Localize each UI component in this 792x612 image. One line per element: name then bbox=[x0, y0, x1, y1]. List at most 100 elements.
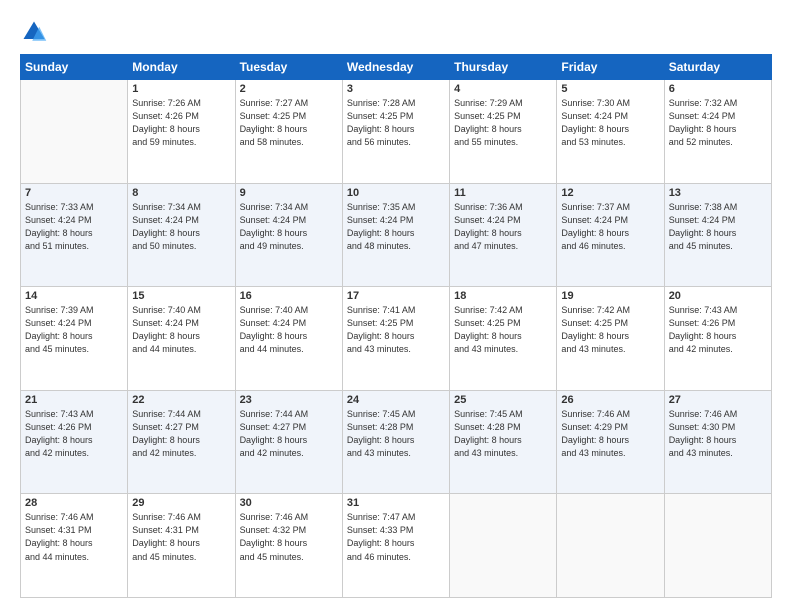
day-number: 7 bbox=[25, 187, 123, 199]
day-header-thursday: Thursday bbox=[450, 55, 557, 80]
day-cell: 5 Sunrise: 7:30 AMSunset: 4:24 PMDaylight… bbox=[557, 80, 664, 184]
day-number: 10 bbox=[347, 187, 445, 199]
day-number: 8 bbox=[132, 187, 230, 199]
day-cell: 11 Sunrise: 7:36 AMSunset: 4:24 PMDayligh… bbox=[450, 183, 557, 287]
day-cell: 10 Sunrise: 7:35 AMSunset: 4:24 PMDayligh… bbox=[342, 183, 449, 287]
day-info: Sunrise: 7:35 AMSunset: 4:24 PMDaylight:… bbox=[347, 201, 445, 253]
day-info: Sunrise: 7:43 AMSunset: 4:26 PMDaylight:… bbox=[669, 304, 767, 356]
day-cell: 26 Sunrise: 7:46 AMSunset: 4:29 PMDayligh… bbox=[557, 390, 664, 494]
day-cell: 24Sunrise: 7:45 AMSunset: 4:28 PMDayligh… bbox=[342, 390, 449, 494]
day-header-wednesday: Wednesday bbox=[342, 55, 449, 80]
day-cell: 12Sunrise: 7:37 AMSunset: 4:24 PMDayligh… bbox=[557, 183, 664, 287]
day-cell: 1Sunrise: 7:26 AMSunset: 4:26 PMDaylight… bbox=[128, 80, 235, 184]
day-info: Sunrise: 7:34 AMSunset: 4:24 PMDaylight:… bbox=[132, 201, 230, 253]
day-number: 13 bbox=[669, 187, 767, 199]
day-cell: 19 Sunrise: 7:42 AMSunset: 4:25 PMDayligh… bbox=[557, 287, 664, 391]
day-number: 9 bbox=[240, 187, 338, 199]
day-number: 31 bbox=[347, 497, 445, 509]
day-info: Sunrise: 7:46 AMSunset: 4:31 PMDaylight:… bbox=[132, 511, 230, 563]
day-info: Sunrise: 7:46 AMSunset: 4:32 PMDaylight:… bbox=[240, 511, 338, 563]
day-info: Sunrise: 7:36 AMSunset: 4:24 PMDaylight:… bbox=[454, 201, 552, 253]
day-info: Sunrise: 7:39 AMSunset: 4:24 PMDaylight:… bbox=[25, 304, 123, 356]
day-number: 11 bbox=[454, 187, 552, 199]
day-number: 28 bbox=[25, 497, 123, 509]
week-row-1: 7 Sunrise: 7:33 AMSunset: 4:24 PMDaylight… bbox=[21, 183, 772, 287]
day-number: 16 bbox=[240, 290, 338, 302]
day-cell bbox=[21, 80, 128, 184]
day-number: 5 bbox=[561, 83, 659, 95]
logo-icon bbox=[20, 18, 48, 46]
day-number: 19 bbox=[561, 290, 659, 302]
page: SundayMondayTuesdayWednesdayThursdayFrid… bbox=[0, 0, 792, 612]
week-row-2: 14 Sunrise: 7:39 AMSunset: 4:24 PMDayligh… bbox=[21, 287, 772, 391]
header-row: SundayMondayTuesdayWednesdayThursdayFrid… bbox=[21, 55, 772, 80]
calendar-header: SundayMondayTuesdayWednesdayThursdayFrid… bbox=[21, 55, 772, 80]
day-info: Sunrise: 7:46 AMSunset: 4:29 PMDaylight:… bbox=[561, 408, 659, 460]
day-info: Sunrise: 7:40 AMSunset: 4:24 PMDaylight:… bbox=[240, 304, 338, 356]
day-info: Sunrise: 7:44 AMSunset: 4:27 PMDaylight:… bbox=[132, 408, 230, 460]
day-header-friday: Friday bbox=[557, 55, 664, 80]
day-info: Sunrise: 7:29 AMSunset: 4:25 PMDaylight:… bbox=[454, 97, 552, 149]
day-cell bbox=[557, 494, 664, 598]
day-info: Sunrise: 7:47 AMSunset: 4:33 PMDaylight:… bbox=[347, 511, 445, 563]
day-number: 15 bbox=[132, 290, 230, 302]
week-row-3: 21 Sunrise: 7:43 AMSunset: 4:26 PMDayligh… bbox=[21, 390, 772, 494]
day-header-tuesday: Tuesday bbox=[235, 55, 342, 80]
day-number: 29 bbox=[132, 497, 230, 509]
day-number: 6 bbox=[669, 83, 767, 95]
day-cell: 17Sunrise: 7:41 AMSunset: 4:25 PMDayligh… bbox=[342, 287, 449, 391]
day-info: Sunrise: 7:43 AMSunset: 4:26 PMDaylight:… bbox=[25, 408, 123, 460]
day-cell bbox=[450, 494, 557, 598]
day-info: Sunrise: 7:34 AMSunset: 4:24 PMDaylight:… bbox=[240, 201, 338, 253]
day-number: 1 bbox=[132, 83, 230, 95]
logo bbox=[20, 18, 52, 46]
day-cell: 2Sunrise: 7:27 AMSunset: 4:25 PMDaylight… bbox=[235, 80, 342, 184]
day-cell: 4 Sunrise: 7:29 AMSunset: 4:25 PMDaylight… bbox=[450, 80, 557, 184]
day-cell: 14 Sunrise: 7:39 AMSunset: 4:24 PMDayligh… bbox=[21, 287, 128, 391]
day-info: Sunrise: 7:45 AMSunset: 4:28 PMDaylight:… bbox=[454, 408, 552, 460]
day-info: Sunrise: 7:30 AMSunset: 4:24 PMDaylight:… bbox=[561, 97, 659, 149]
day-cell: 16 Sunrise: 7:40 AMSunset: 4:24 PMDayligh… bbox=[235, 287, 342, 391]
day-info: Sunrise: 7:38 AMSunset: 4:24 PMDaylight:… bbox=[669, 201, 767, 253]
day-number: 4 bbox=[454, 83, 552, 95]
day-number: 17 bbox=[347, 290, 445, 302]
day-cell: 31 Sunrise: 7:47 AMSunset: 4:33 PMDayligh… bbox=[342, 494, 449, 598]
day-cell: 3 Sunrise: 7:28 AMSunset: 4:25 PMDaylight… bbox=[342, 80, 449, 184]
day-cell: 27 Sunrise: 7:46 AMSunset: 4:30 PMDayligh… bbox=[664, 390, 771, 494]
day-number: 25 bbox=[454, 394, 552, 406]
day-info: Sunrise: 7:42 AMSunset: 4:25 PMDaylight:… bbox=[454, 304, 552, 356]
day-info: Sunrise: 7:32 AMSunset: 4:24 PMDaylight:… bbox=[669, 97, 767, 149]
day-number: 21 bbox=[25, 394, 123, 406]
day-cell: 13 Sunrise: 7:38 AMSunset: 4:24 PMDayligh… bbox=[664, 183, 771, 287]
day-header-monday: Monday bbox=[128, 55, 235, 80]
calendar-body: 1Sunrise: 7:26 AMSunset: 4:26 PMDaylight… bbox=[21, 80, 772, 598]
day-info: Sunrise: 7:46 AMSunset: 4:31 PMDaylight:… bbox=[25, 511, 123, 563]
day-number: 26 bbox=[561, 394, 659, 406]
day-cell: 22Sunrise: 7:44 AMSunset: 4:27 PMDayligh… bbox=[128, 390, 235, 494]
day-header-saturday: Saturday bbox=[664, 55, 771, 80]
day-cell: 9 Sunrise: 7:34 AMSunset: 4:24 PMDaylight… bbox=[235, 183, 342, 287]
day-info: Sunrise: 7:40 AMSunset: 4:24 PMDaylight:… bbox=[132, 304, 230, 356]
day-info: Sunrise: 7:46 AMSunset: 4:30 PMDaylight:… bbox=[669, 408, 767, 460]
day-number: 3 bbox=[347, 83, 445, 95]
day-info: Sunrise: 7:44 AMSunset: 4:27 PMDaylight:… bbox=[240, 408, 338, 460]
day-number: 18 bbox=[454, 290, 552, 302]
day-cell: 15 Sunrise: 7:40 AMSunset: 4:24 PMDayligh… bbox=[128, 287, 235, 391]
day-number: 20 bbox=[669, 290, 767, 302]
day-info: Sunrise: 7:37 AMSunset: 4:24 PMDaylight:… bbox=[561, 201, 659, 253]
day-info: Sunrise: 7:42 AMSunset: 4:25 PMDaylight:… bbox=[561, 304, 659, 356]
week-row-4: 28 Sunrise: 7:46 AMSunset: 4:31 PMDayligh… bbox=[21, 494, 772, 598]
day-cell: 29 Sunrise: 7:46 AMSunset: 4:31 PMDayligh… bbox=[128, 494, 235, 598]
day-number: 14 bbox=[25, 290, 123, 302]
day-number: 27 bbox=[669, 394, 767, 406]
day-cell: 23Sunrise: 7:44 AMSunset: 4:27 PMDayligh… bbox=[235, 390, 342, 494]
day-cell: 7 Sunrise: 7:33 AMSunset: 4:24 PMDaylight… bbox=[21, 183, 128, 287]
week-row-0: 1Sunrise: 7:26 AMSunset: 4:26 PMDaylight… bbox=[21, 80, 772, 184]
day-cell: 20 Sunrise: 7:43 AMSunset: 4:26 PMDayligh… bbox=[664, 287, 771, 391]
day-info: Sunrise: 7:28 AMSunset: 4:25 PMDaylight:… bbox=[347, 97, 445, 149]
day-cell: 6 Sunrise: 7:32 AMSunset: 4:24 PMDaylight… bbox=[664, 80, 771, 184]
day-cell: 21 Sunrise: 7:43 AMSunset: 4:26 PMDayligh… bbox=[21, 390, 128, 494]
day-info: Sunrise: 7:33 AMSunset: 4:24 PMDaylight:… bbox=[25, 201, 123, 253]
day-cell: 25 Sunrise: 7:45 AMSunset: 4:28 PMDayligh… bbox=[450, 390, 557, 494]
day-cell: 8 Sunrise: 7:34 AMSunset: 4:24 PMDaylight… bbox=[128, 183, 235, 287]
